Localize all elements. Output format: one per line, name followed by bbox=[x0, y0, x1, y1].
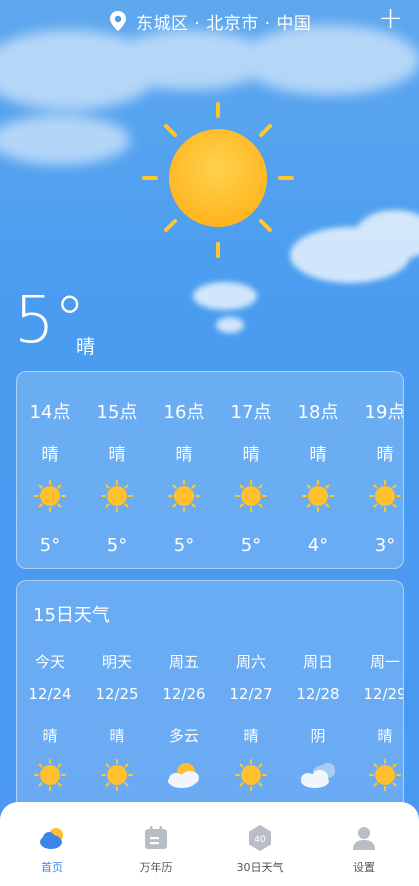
day-label: 周日 bbox=[302, 653, 333, 671]
add-city-button[interactable]: + bbox=[378, 4, 403, 34]
tab-calendar[interactable]: 万年历 bbox=[104, 802, 208, 886]
location-header: 东城区 · 北京市 · 中国 + bbox=[0, 0, 419, 42]
current-temperature: 5° bbox=[14, 284, 86, 358]
sun-icon bbox=[369, 480, 401, 512]
hour-label: 17点 bbox=[230, 402, 272, 423]
bottom-tab-bar: 首页 万年历 40 30日天气 设置 bbox=[0, 802, 419, 886]
hour-temperature: 4° bbox=[307, 535, 329, 556]
hour-label: 19点 bbox=[364, 402, 404, 423]
daily-forecast-title: 15日天气 bbox=[33, 605, 110, 626]
hour-temperature: 5° bbox=[39, 535, 61, 556]
hour-temperature: 5° bbox=[106, 535, 128, 556]
daily-forecast-card[interactable]: 15日天气 今天 12/24 晴 明天 12/25 晴 周五 12/26 多云 … bbox=[16, 580, 404, 812]
tab-calendar-label: 万年历 bbox=[139, 861, 173, 874]
hour-condition: 晴 bbox=[41, 445, 59, 465]
current-condition: 晴 bbox=[76, 336, 96, 358]
day-label: 明天 bbox=[101, 653, 132, 671]
tab-30-day-weather[interactable]: 40 30日天气 bbox=[208, 802, 312, 886]
tab-settings-label: 设置 bbox=[353, 861, 375, 874]
day-label: 今天 bbox=[34, 653, 65, 671]
hourly-forecast-card[interactable]: 14点 晴 5° 15点 晴 5° 16点 晴 5° 17点 晴 5° 18点 … bbox=[16, 371, 404, 569]
hour-condition: 晴 bbox=[108, 445, 126, 465]
day-condition: 晴 bbox=[243, 727, 259, 745]
hour-temperature: 5° bbox=[173, 535, 195, 556]
tab-home-label: 首页 bbox=[41, 861, 63, 874]
partly-cloudy-icon bbox=[168, 763, 199, 788]
day-condition: 晴 bbox=[42, 727, 58, 745]
hour-condition: 晴 bbox=[175, 445, 193, 465]
day-condition: 阴 bbox=[310, 727, 326, 745]
day-date: 12/28 bbox=[296, 685, 340, 703]
forecast-30-icon: 40 bbox=[249, 825, 271, 851]
hour-label: 14点 bbox=[29, 402, 71, 423]
sun-icon bbox=[34, 480, 66, 512]
hour-label: 18点 bbox=[297, 402, 339, 423]
sun-icon bbox=[302, 480, 334, 512]
hour-label: 16点 bbox=[163, 402, 205, 423]
day-date: 12/24 bbox=[28, 685, 72, 703]
hour-condition: 晴 bbox=[376, 445, 394, 465]
hour-temperature: 3° bbox=[374, 535, 396, 556]
calendar-icon bbox=[145, 826, 167, 849]
sun-icon bbox=[235, 759, 267, 791]
sun-icon bbox=[101, 480, 133, 512]
sun-icon bbox=[235, 480, 267, 512]
hour-temperature: 5° bbox=[240, 535, 262, 556]
hour-condition: 晴 bbox=[242, 445, 260, 465]
forecast-30-badge: 40 bbox=[254, 835, 266, 845]
sun-icon bbox=[142, 102, 294, 258]
day-condition: 晴 bbox=[377, 727, 393, 745]
location-pin-icon bbox=[110, 11, 126, 31]
day-condition: 多云 bbox=[168, 727, 199, 745]
tab-30-day-label: 30日天气 bbox=[236, 861, 284, 874]
sun-icon bbox=[34, 759, 66, 791]
profile-icon bbox=[353, 827, 375, 850]
sun-icon bbox=[168, 480, 200, 512]
day-label: 周六 bbox=[235, 653, 266, 671]
day-label: 周五 bbox=[168, 653, 199, 671]
location-label[interactable]: 东城区 · 北京市 · 中国 bbox=[136, 9, 311, 34]
sun-icon bbox=[369, 759, 401, 791]
tab-settings[interactable]: 设置 bbox=[312, 802, 416, 886]
day-condition: 晴 bbox=[109, 727, 125, 745]
tab-home[interactable]: 首页 bbox=[0, 802, 104, 886]
overcast-icon bbox=[301, 763, 335, 788]
home-weather-icon bbox=[40, 828, 63, 849]
day-date: 12/25 bbox=[95, 685, 139, 703]
day-label: 周一 bbox=[369, 653, 400, 671]
day-date: 12/26 bbox=[162, 685, 206, 703]
sun-icon bbox=[101, 759, 133, 791]
hour-condition: 晴 bbox=[309, 445, 327, 465]
day-date: 12/27 bbox=[229, 685, 273, 703]
day-date: 12/29 bbox=[363, 685, 404, 703]
hour-label: 15点 bbox=[96, 402, 138, 423]
